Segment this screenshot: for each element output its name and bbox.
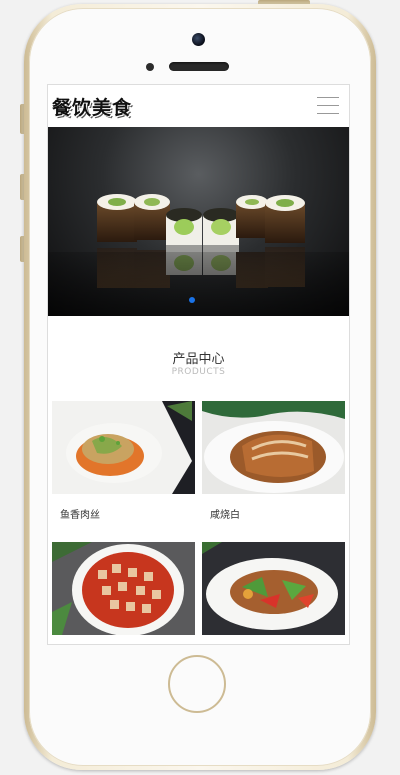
product-card[interactable]: 咸烧白 xyxy=(202,401,345,521)
proximity-sensor xyxy=(146,63,154,71)
product-image[interactable] xyxy=(52,542,195,635)
product-card[interactable] xyxy=(52,542,195,644)
sushi-banner-image xyxy=(48,194,349,316)
products-section-subtitle: PRODUCTS xyxy=(171,367,226,377)
product-image[interactable] xyxy=(202,401,345,494)
product-name[interactable]: 咸烧白 xyxy=(202,506,345,521)
product-card[interactable] xyxy=(202,542,345,644)
product-name[interactable]: 鱼香肉丝 xyxy=(52,506,195,521)
product-card[interactable]: 鱼香肉丝 xyxy=(52,401,195,521)
products-section-title: 产品中心 xyxy=(172,352,225,367)
product-image[interactable] xyxy=(202,542,345,635)
site-header: 餐饮美食 xyxy=(48,85,349,127)
banner-slider[interactable] xyxy=(48,127,349,316)
phone-screen: 餐饮美食 产品中心 PRODUCTS 鱼香肉丝 咸烧白 xyxy=(47,84,350,645)
menu-icon[interactable] xyxy=(317,97,339,115)
front-camera xyxy=(192,33,205,46)
home-button[interactable] xyxy=(168,655,226,713)
product-image[interactable] xyxy=(52,401,195,494)
slider-dot-active[interactable] xyxy=(189,297,195,303)
site-logo[interactable]: 餐饮美食 xyxy=(52,93,132,120)
earpiece-speaker xyxy=(169,62,229,71)
